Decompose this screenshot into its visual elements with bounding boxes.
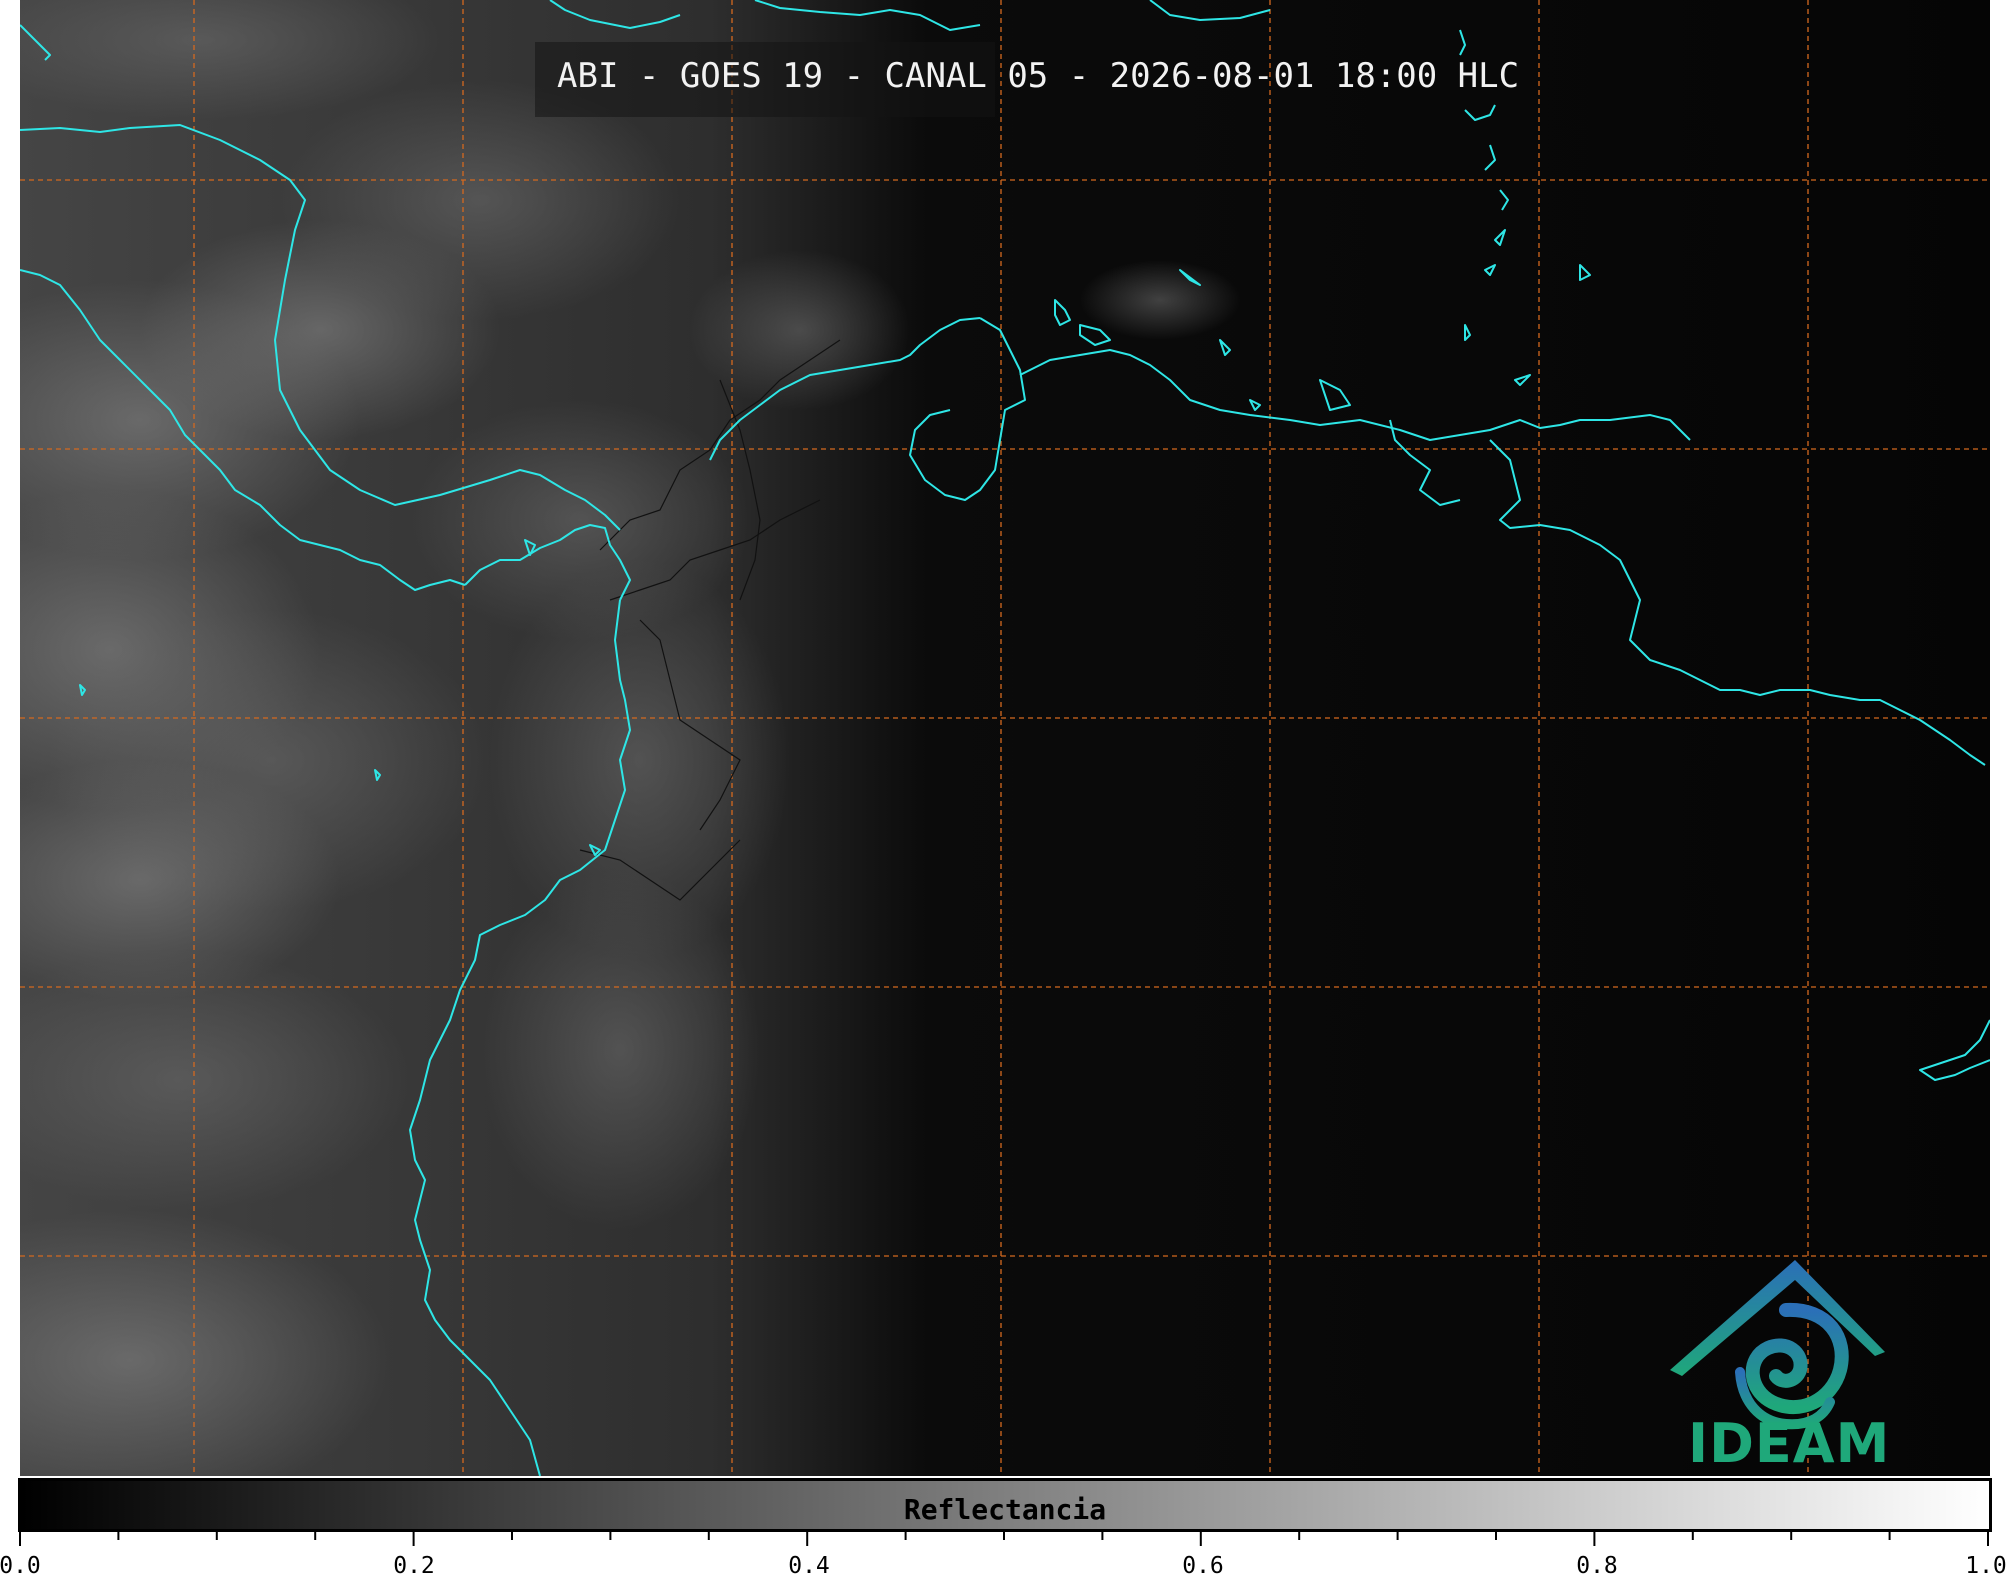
colorbar-ticks <box>19 1530 1989 1546</box>
colorbar: Reflectancia <box>18 1478 1992 1532</box>
colorbar-label: Reflectancia <box>903 1493 1107 1526</box>
tick-label: 0.0 <box>0 1553 41 1579</box>
logo-swirl-icon <box>1735 1302 1849 1430</box>
tick-label: 1.0 <box>1965 1553 2007 1579</box>
logo-text: IDEAM <box>1688 1412 1891 1475</box>
tick-label: 0.8 <box>1576 1553 1618 1579</box>
map-title: ABI - GOES 19 - CANAL 05 - 2026-08-01 18… <box>557 56 1520 96</box>
tick-label: 0.6 <box>1182 1553 1224 1579</box>
logo-roof-icon <box>1670 1260 1885 1376</box>
tick-label: 0.2 <box>393 1553 435 1579</box>
tick-label: 0.4 <box>788 1553 830 1579</box>
